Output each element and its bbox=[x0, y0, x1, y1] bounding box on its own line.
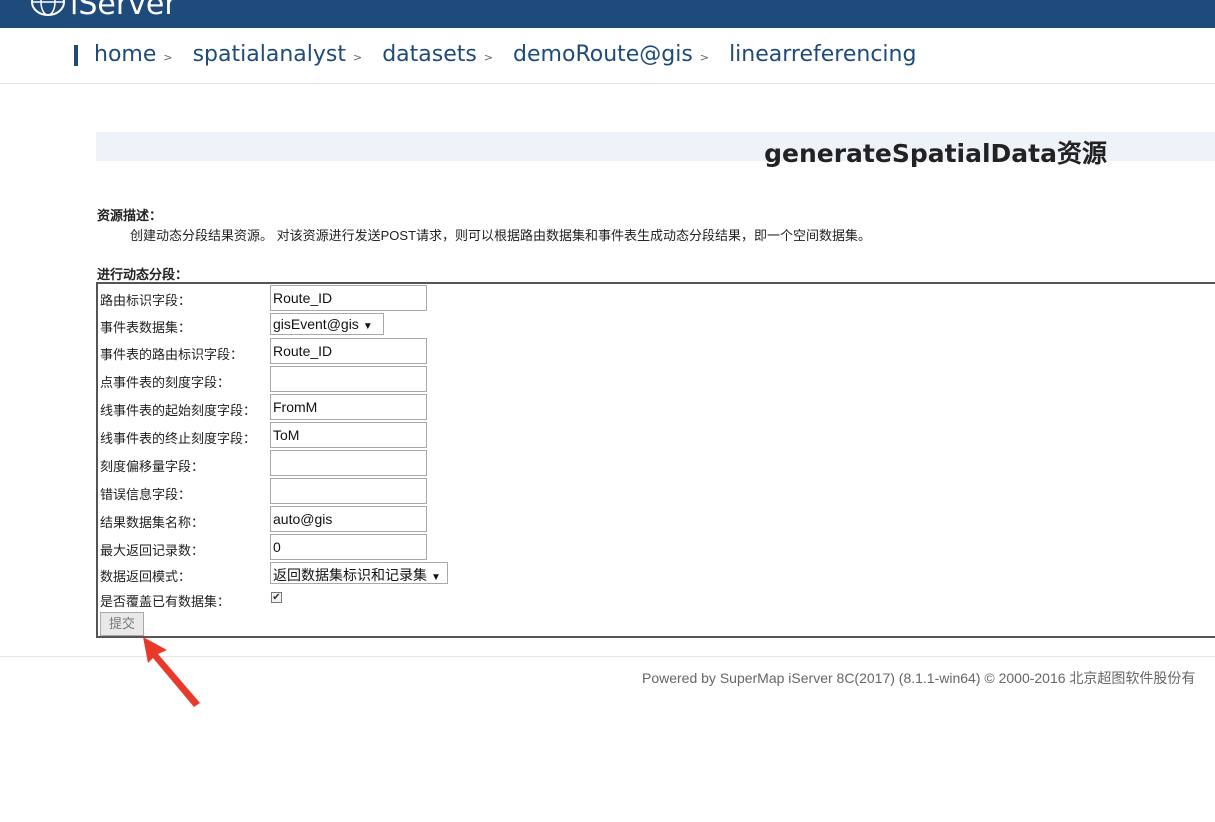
red-arrow-icon bbox=[143, 637, 200, 707]
